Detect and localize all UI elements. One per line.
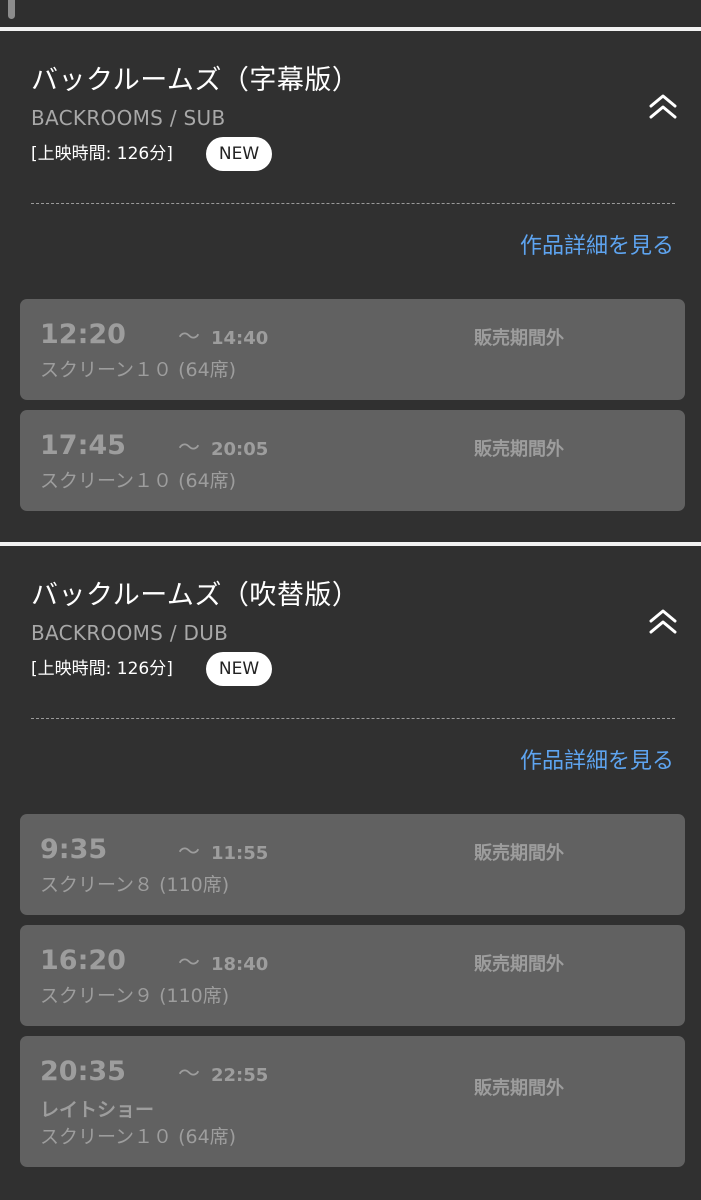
showtime-card[interactable]: 12:20 ～ 14:40 販売期間外 スクリーン１０ (64席) <box>20 299 685 400</box>
view-details-link[interactable]: 作品詳細を見る <box>520 232 674 262</box>
sale-status: 販売期間外 <box>474 328 564 349</box>
showtime-card[interactable]: 16:20 ～ 18:40 販売期間外 スクリーン９ (110席) <box>20 925 685 1026</box>
movie-english-title: BACKROOMS / SUB <box>31 106 226 130</box>
late-show-label: レイトショー <box>40 1099 155 1121</box>
start-time: 17:45 <box>40 430 126 461</box>
end-time: 18:40 <box>211 954 269 975</box>
movie-section-sub: バックルームズ（字幕版） BACKROOMS / SUB [上映時間: 126分… <box>0 31 701 542</box>
sale-status: 販売期間外 <box>474 439 564 460</box>
showtime-card[interactable]: 9:35 ～ 11:55 販売期間外 スクリーン８ (110席) <box>20 814 685 915</box>
time-separator: ～ <box>178 436 201 461</box>
view-details-link[interactable]: 作品詳細を見る <box>520 747 674 777</box>
dashed-separator <box>31 203 675 204</box>
start-time: 16:20 <box>40 945 126 976</box>
runtime-label: [上映時間: 126分] <box>31 144 173 164</box>
chevron-double-up-icon[interactable] <box>645 89 681 125</box>
movie-title: バックルームズ（字幕版） <box>31 65 360 96</box>
screen-info: スクリーン１０ (64席) <box>40 359 237 381</box>
movie-english-title: BACKROOMS / DUB <box>31 621 229 645</box>
new-badge: NEW <box>206 652 272 686</box>
dashed-separator <box>31 718 675 719</box>
previous-section-bottom <box>0 0 701 27</box>
runtime-label: [上映時間: 126分] <box>31 659 173 679</box>
new-badge: NEW <box>206 137 272 171</box>
end-time: 14:40 <box>211 328 269 349</box>
end-time: 22:55 <box>211 1065 269 1086</box>
end-time: 11:55 <box>211 843 269 864</box>
screen-info: スクリーン１０ (64席) <box>40 1126 237 1148</box>
time-separator: ～ <box>178 325 201 350</box>
sale-status: 販売期間外 <box>474 1078 564 1099</box>
movie-section-dub: バックルームズ（吹替版） BACKROOMS / DUB [上映時間: 126分… <box>0 546 701 1200</box>
screen-info: スクリーン８ (110席) <box>40 874 230 896</box>
showtime-card[interactable]: 20:35 ～ 22:55 販売期間外 レイトショー スクリーン１０ (64席) <box>20 1036 685 1167</box>
screen-info: スクリーン９ (110席) <box>40 985 230 1007</box>
movie-title: バックルームズ（吹替版） <box>31 580 360 611</box>
sale-status: 販売期間外 <box>474 843 564 864</box>
start-time: 12:20 <box>40 319 126 350</box>
time-separator: ～ <box>178 840 201 865</box>
start-time: 20:35 <box>40 1056 126 1087</box>
scrollbar-thumb[interactable] <box>8 0 15 19</box>
chevron-double-up-icon[interactable] <box>645 604 681 640</box>
sale-status: 販売期間外 <box>474 954 564 975</box>
showtime-card[interactable]: 17:45 ～ 20:05 販売期間外 スクリーン１０ (64席) <box>20 410 685 511</box>
time-separator: ～ <box>178 951 201 976</box>
start-time: 9:35 <box>40 834 108 865</box>
time-separator: ～ <box>178 1062 201 1087</box>
screen-info: スクリーン１０ (64席) <box>40 470 237 492</box>
end-time: 20:05 <box>211 439 269 460</box>
